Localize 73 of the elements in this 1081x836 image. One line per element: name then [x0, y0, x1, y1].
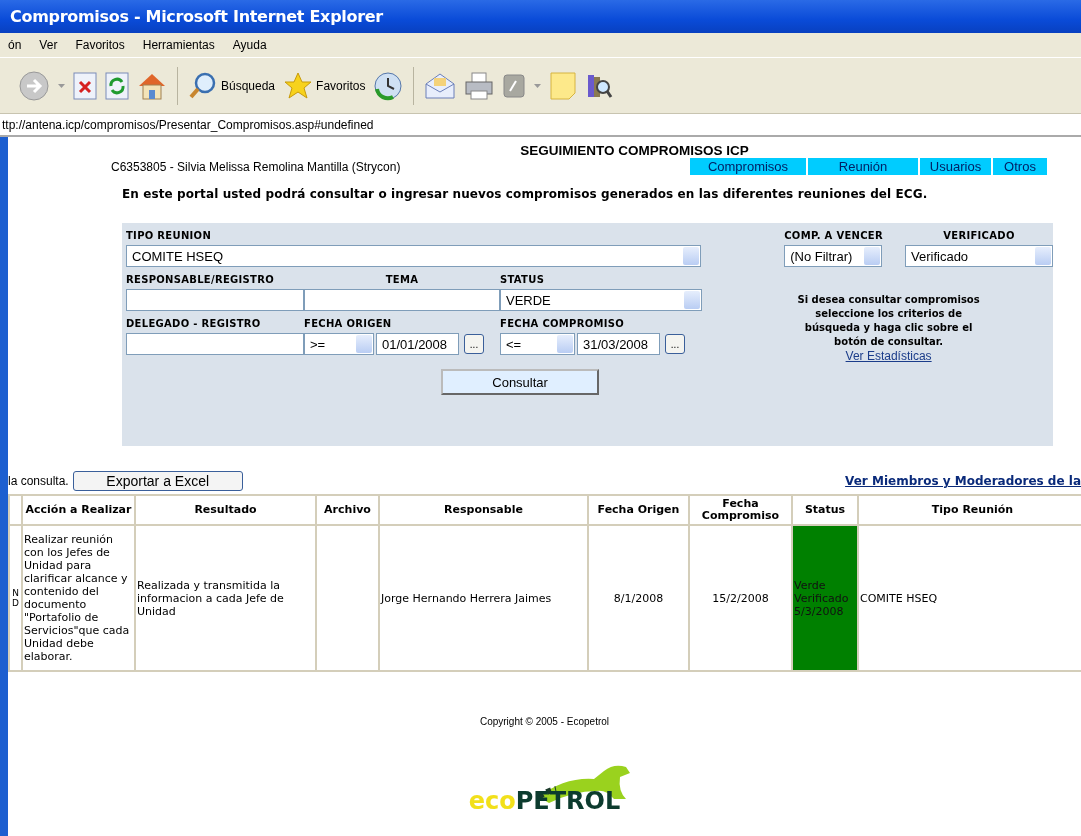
- column-header: Status: [804, 503, 846, 516]
- field-label: TIPO REUNION: [126, 229, 213, 243]
- table-cell: 8/1/2008: [613, 591, 664, 605]
- menu-item[interactable]: Favoritos: [75, 38, 125, 52]
- history-clock-icon[interactable]: [373, 70, 404, 101]
- menu-item[interactable]: Ayuda: [232, 38, 267, 52]
- date-field[interactable]: 01/01/2008: [376, 333, 459, 355]
- date-field[interactable]: 31/03/2008: [577, 333, 660, 355]
- calendar-button[interactable]: ...: [665, 334, 685, 354]
- comp-a-vencer-select[interactable]: (No Filtrar): [784, 245, 883, 267]
- copyright-text: Copyright © 2005 - Ecopetrol: [478, 716, 611, 727]
- field-label: FECHA ORIGEN: [304, 317, 393, 331]
- dropdown-caret-icon[interactable]: [534, 83, 542, 88]
- column-header: Archivo: [324, 503, 371, 516]
- column-header: Tipo Reunión: [931, 503, 1014, 516]
- printer-icon[interactable]: [464, 70, 495, 101]
- search-button[interactable]: Búsqueda: [188, 70, 276, 101]
- page-heading: SEGUIMIENTO COMPROMISOS ICP: [519, 143, 750, 158]
- status-select[interactable]: VERDE: [500, 289, 702, 311]
- dropdown-caret-icon[interactable]: [58, 83, 65, 88]
- query-note: la consulta.: [8, 474, 69, 488]
- favorites-button[interactable]: Favoritos: [283, 70, 366, 101]
- column-header: Resultado: [194, 503, 257, 516]
- field-label: FECHA COMPROMISO: [500, 317, 626, 331]
- field-label: VERIFICADO: [942, 229, 1016, 243]
- members-link[interactable]: Ver Miembros y Moderadores de la: [845, 474, 1081, 488]
- column-header: Responsable: [444, 503, 523, 516]
- tipo-reunion-select[interactable]: COMITE HSEQ: [126, 245, 701, 267]
- table-cell: COMITE HSEQ: [860, 591, 938, 605]
- menu-item[interactable]: Herramientas: [142, 38, 215, 52]
- operator-select[interactable]: >=: [304, 333, 374, 355]
- field-label: DELEGADO - REGISTRO: [126, 317, 262, 331]
- address-field[interactable]: ttp://antena.icp/compromisos/Presentar_Compromisos.asp#undefined: [0, 117, 374, 132]
- verificado-select[interactable]: Verificado: [905, 245, 1053, 267]
- edit-document-icon[interactable]: [502, 72, 527, 99]
- nav-tab[interactable]: Usuarios: [920, 158, 991, 175]
- stop-icon[interactable]: [73, 71, 97, 100]
- consultar-button[interactable]: Consultar: [441, 369, 600, 395]
- intro-text: En este portal usted podrá consultar o ingresar nuevos compromisos generados en las diferentes reuniones del ECG.: [122, 187, 929, 201]
- delegado-field[interactable]: [126, 333, 304, 355]
- table-cell: Realizar reunión con los Jefes de Unidad para clarificar alcance y contenido del documento "Portafolio de Servicios"que cada Unidad debe elaborar.: [24, 533, 130, 663]
- export-excel-button[interactable]: Exportar a Excel: [72, 471, 243, 491]
- field-label: COMP. A VENCER: [784, 229, 883, 243]
- nav-tab[interactable]: Otros: [993, 158, 1047, 175]
- nav-tab[interactable]: Reunión: [808, 158, 918, 175]
- table-cell: N: [11, 588, 20, 598]
- responsable-field[interactable]: [126, 289, 304, 311]
- tema-field[interactable]: [304, 289, 500, 311]
- menu-item[interactable]: Ver: [39, 38, 58, 52]
- refresh-icon[interactable]: [105, 71, 129, 100]
- field-label: STATUS: [500, 273, 546, 287]
- column-header: Fecha Compromiso: [701, 497, 780, 522]
- mail-envelope-icon[interactable]: [424, 71, 457, 100]
- table-cell: Jorge Hernando Herrera Jaimes: [381, 591, 552, 605]
- menu-item[interactable]: ón: [8, 38, 22, 52]
- column-header: Fecha Origen: [597, 503, 680, 516]
- table-cell: Realizada y transmitida la informacion a cada Jefe de Unidad: [137, 578, 284, 618]
- star-icon: [283, 70, 314, 101]
- ecopetrol-logo: ecoPETROL: [468, 787, 621, 817]
- user-name: C6353805 - Silvia Melissa Remolina Mantilla (Strycon): [111, 159, 401, 174]
- operator-select[interactable]: <=: [500, 333, 575, 355]
- search-icon: [188, 70, 218, 101]
- calendar-button[interactable]: ...: [464, 334, 484, 354]
- column-header: Acción a Realizar: [25, 503, 132, 516]
- field-label: TEMA: [384, 273, 420, 287]
- statistics-link[interactable]: Ver Estadísticas: [845, 349, 932, 363]
- table-cell: D: [11, 598, 20, 608]
- status-cell: Verde Verificado 5/3/2008: [792, 525, 858, 671]
- window-title: Compromisos - Microsoft Internet Explorer: [0, 0, 1081, 33]
- nav-tab[interactable]: Compromisos: [690, 158, 806, 175]
- help-text: Si desea consultar compromisos seleccione los criterios de búsqueda y haga clic sobre el botón de consultar.: [796, 293, 981, 349]
- table-cell: 15/2/2008: [712, 591, 769, 605]
- field-label: RESPONSABLE/REGISTRO: [126, 273, 276, 287]
